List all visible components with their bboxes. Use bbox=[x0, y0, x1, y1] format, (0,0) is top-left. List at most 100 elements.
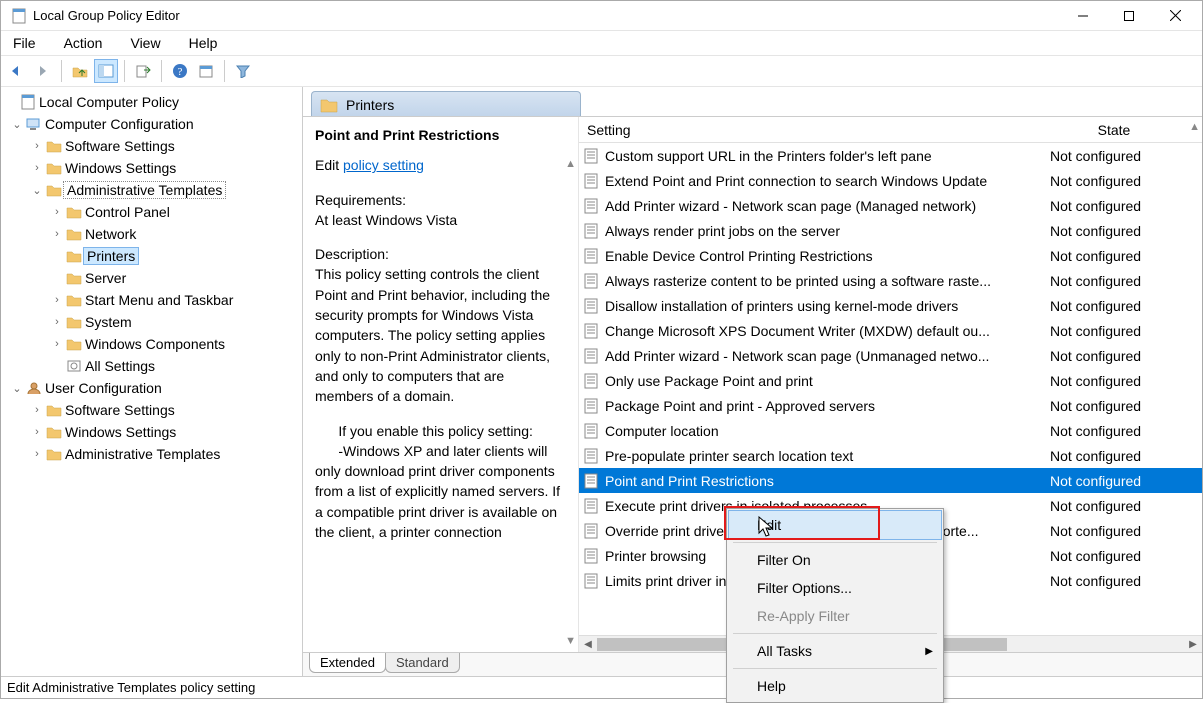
expander-icon[interactable]: ⌄ bbox=[29, 184, 45, 197]
tree-cc-adm-start[interactable]: › Start Menu and Taskbar bbox=[1, 289, 302, 311]
tree-cc-adm[interactable]: ⌄ Administrative Templates bbox=[1, 179, 302, 201]
status-text: Edit Administrative Templates policy set… bbox=[7, 680, 255, 695]
list-row[interactable]: Always rasterize content to be printed u… bbox=[579, 268, 1202, 293]
context-menu: Edit Filter On Filter Options... Re-Appl… bbox=[726, 508, 944, 703]
properties-button[interactable] bbox=[194, 59, 218, 83]
ctx-filter-on[interactable]: Filter On bbox=[729, 546, 941, 574]
list-row[interactable]: Custom support URL in the Printers folde… bbox=[579, 143, 1202, 168]
up-level-button[interactable] bbox=[68, 59, 92, 83]
tree-cc-adm-cp[interactable]: › Control Panel bbox=[1, 201, 302, 223]
export-list-button[interactable] bbox=[131, 59, 155, 83]
tab-extended[interactable]: Extended bbox=[309, 653, 386, 673]
edit-policy-link[interactable]: policy setting bbox=[343, 157, 424, 173]
list-row[interactable]: Disallow installation of printers using … bbox=[579, 293, 1202, 318]
setting-state: Not configured bbox=[1044, 373, 1184, 389]
nav-back-button[interactable] bbox=[5, 59, 29, 83]
tree-uc-win[interactable]: › Windows Settings bbox=[1, 421, 302, 443]
scroll-right-icon[interactable]: ▶ bbox=[1184, 639, 1202, 650]
list-row[interactable]: Always render print jobs on the serverNo… bbox=[579, 218, 1202, 243]
close-button[interactable] bbox=[1152, 1, 1198, 31]
list-row[interactable]: Add Printer wizard - Network scan page (… bbox=[579, 343, 1202, 368]
tree-cc-adm-prn[interactable]: Printers bbox=[1, 245, 302, 267]
setting-state: Not configured bbox=[1044, 398, 1184, 414]
list-row[interactable]: Enable Device Control Printing Restricti… bbox=[579, 243, 1202, 268]
list-row[interactable]: Package Point and print - Approved serve… bbox=[579, 393, 1202, 418]
tree-uc-adm[interactable]: › Administrative Templates bbox=[1, 443, 302, 465]
setting-name: Change Microsoft XPS Document Writer (MX… bbox=[605, 323, 990, 339]
ctx-filter-options[interactable]: Filter Options... bbox=[729, 574, 941, 602]
tree-uc[interactable]: ⌄ User Configuration bbox=[1, 377, 302, 399]
setting-state: Not configured bbox=[1044, 173, 1184, 189]
menu-help[interactable]: Help bbox=[183, 33, 224, 53]
folder-icon bbox=[45, 138, 63, 154]
setting-name: Package Point and print - Approved serve… bbox=[605, 398, 875, 414]
tab-standard[interactable]: Standard bbox=[385, 653, 460, 673]
ctx-all-tasks[interactable]: All Tasks▶ bbox=[729, 637, 941, 665]
ctx-help[interactable]: Help bbox=[729, 672, 941, 700]
scroll-left-icon[interactable]: ◀ bbox=[579, 639, 597, 650]
expander-icon[interactable]: › bbox=[29, 404, 45, 416]
col-setting[interactable]: Setting bbox=[579, 122, 1044, 138]
list-row[interactable]: Computer locationNot configured bbox=[579, 418, 1202, 443]
category-title: Printers bbox=[346, 97, 394, 113]
expander-icon[interactable]: › bbox=[49, 294, 65, 306]
ctx-reapply-filter: Re-Apply Filter bbox=[729, 602, 941, 630]
tree-cc-win[interactable]: › Windows Settings bbox=[1, 157, 302, 179]
show-hide-tree-button[interactable] bbox=[94, 59, 118, 83]
setting-state: Not configured bbox=[1044, 198, 1184, 214]
expander-icon[interactable]: › bbox=[29, 426, 45, 438]
tree-pane[interactable]: Local Computer Policy ⌄ Computer Configu… bbox=[1, 87, 303, 676]
description-label: Description: bbox=[315, 244, 566, 264]
policy-setting-icon bbox=[583, 173, 599, 189]
setting-state: Not configured bbox=[1044, 223, 1184, 239]
setting-state: Not configured bbox=[1044, 448, 1184, 464]
help-button[interactable]: ? bbox=[168, 59, 192, 83]
scroll-up-icon[interactable]: ▲ bbox=[565, 157, 576, 173]
folder-icon bbox=[65, 292, 83, 308]
expander-icon[interactable]: ⌄ bbox=[9, 382, 25, 395]
filter-button[interactable] bbox=[231, 59, 255, 83]
expander-icon[interactable]: › bbox=[49, 316, 65, 328]
list-row[interactable]: Pre-populate printer search location tex… bbox=[579, 443, 1202, 468]
col-state[interactable]: State bbox=[1044, 122, 1184, 138]
tree-cc-adm-all[interactable]: All Settings bbox=[1, 355, 302, 377]
expander-icon[interactable]: › bbox=[29, 162, 45, 174]
list-row[interactable]: Point and Print RestrictionsNot configur… bbox=[579, 468, 1202, 493]
tree-cc-adm-sys[interactable]: › System bbox=[1, 311, 302, 333]
policy-setting-icon bbox=[583, 273, 599, 289]
minimize-button[interactable] bbox=[1060, 1, 1106, 31]
list-row[interactable]: Extend Point and Print connection to sea… bbox=[579, 168, 1202, 193]
setting-name: Add Printer wizard - Network scan page (… bbox=[605, 348, 989, 364]
menu-action[interactable]: Action bbox=[58, 33, 109, 53]
tree-cc-adm-net[interactable]: › Network bbox=[1, 223, 302, 245]
list-row[interactable]: Add Printer wizard - Network scan page (… bbox=[579, 193, 1202, 218]
maximize-button[interactable] bbox=[1106, 1, 1152, 31]
setting-state: Not configured bbox=[1044, 323, 1184, 339]
policy-setting-icon bbox=[583, 248, 599, 264]
tree-cc-soft[interactable]: › Software Settings bbox=[1, 135, 302, 157]
expander-icon[interactable]: › bbox=[49, 206, 65, 218]
policy-setting-icon bbox=[583, 348, 599, 364]
tree-cc-adm-wc[interactable]: › Windows Components bbox=[1, 333, 302, 355]
description-pane: Point and Print Restrictions Edit policy… bbox=[303, 117, 579, 652]
tree-cc-adm-srv[interactable]: Server bbox=[1, 267, 302, 289]
expander-icon[interactable]: › bbox=[29, 448, 45, 460]
expander-icon[interactable]: ⌄ bbox=[9, 118, 25, 131]
policy-setting-icon bbox=[583, 573, 599, 589]
tree-root[interactable]: Local Computer Policy bbox=[1, 91, 302, 113]
ctx-edit[interactable]: Edit bbox=[728, 510, 942, 540]
list-row[interactable]: Change Microsoft XPS Document Writer (MX… bbox=[579, 318, 1202, 343]
folder-icon bbox=[65, 270, 83, 286]
policy-setting-icon bbox=[583, 523, 599, 539]
menu-view[interactable]: View bbox=[124, 33, 166, 53]
tree-cc[interactable]: ⌄ Computer Configuration bbox=[1, 113, 302, 135]
expander-icon[interactable]: › bbox=[49, 338, 65, 350]
tree-uc-soft[interactable]: › Software Settings bbox=[1, 399, 302, 421]
expander-icon[interactable]: › bbox=[29, 140, 45, 152]
list-row[interactable]: Only use Package Point and printNot conf… bbox=[579, 368, 1202, 393]
expander-icon[interactable]: › bbox=[49, 228, 65, 240]
scroll-up-icon[interactable]: ▲ bbox=[1189, 121, 1200, 133]
scroll-down-icon[interactable]: ▼ bbox=[565, 634, 576, 650]
menu-file[interactable]: File bbox=[7, 33, 42, 53]
nav-forward-button[interactable] bbox=[31, 59, 55, 83]
